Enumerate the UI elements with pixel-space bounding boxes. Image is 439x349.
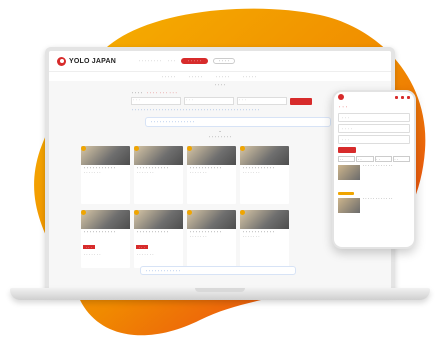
job-card[interactable]: ・・・・・・・・・・・ ・・・・・・・: [240, 210, 289, 268]
job-card[interactable]: ・・・・・・・・・・・ ・・・ ・・・・・・・: [134, 210, 183, 268]
phone-tab[interactable]: ・・: [356, 156, 374, 162]
job-card[interactable]: ・・・・・・・・・・・ ・・・ ・・・・・・・: [81, 210, 130, 268]
phone-tabs: ・・ ・・ ・・ ・・: [334, 156, 414, 162]
badge-icon: [134, 210, 139, 215]
badge-icon: [240, 146, 245, 151]
job-card-grid: ・・・・・・・・・・・ ・・・・・・・ ・・・・・・・・・・・ ・・・・・・・ ・・・・…: [81, 146, 289, 268]
job-card[interactable]: ・・・・・・・・・・・ ・・・・・・・: [187, 210, 236, 268]
search-button[interactable]: [290, 97, 312, 105]
phone-field[interactable]: ・・・: [338, 113, 410, 122]
job-photo: [81, 210, 130, 229]
header-links: ・・・・・・・・ ・・・ ・・・・・ ・・・・: [138, 58, 236, 64]
job-meta: ・・・・・・・: [242, 235, 261, 239]
job-photo: [338, 165, 360, 180]
job-photo: [81, 146, 130, 165]
nav-item[interactable]: ・・・・・: [242, 75, 257, 79]
job-meta: ・・・・・・・: [136, 253, 155, 257]
category-input[interactable]: ・・・: [237, 97, 287, 105]
job-card[interactable]: ・・・・・・・・・・・ ・・・・・・・: [134, 146, 183, 204]
phone-tag: [338, 192, 354, 195]
phone-search-button[interactable]: [338, 147, 356, 153]
job-meta: ・・・・・・・: [189, 171, 208, 175]
logo-text[interactable]: YOLO JAPAN: [69, 58, 116, 65]
header-link[interactable]: ・・・: [167, 59, 176, 63]
search-label: ・・・・: [131, 91, 144, 95]
job-meta: ・・・・・・・: [189, 235, 208, 239]
laptop-notch: [195, 288, 245, 292]
phone-job-card[interactable]: ・・・・・・・・・・・・: [338, 198, 410, 222]
badge-icon: [240, 210, 245, 215]
badge-icon: [134, 146, 139, 151]
logo-icon[interactable]: [57, 56, 66, 66]
job-photo: [187, 146, 236, 165]
banner-bottom[interactable]: ・・・・・・・・・・・・: [140, 266, 296, 275]
job-title: ・・・・・・・・・・・: [136, 230, 170, 234]
nav-item[interactable]: ・・・・・: [188, 75, 203, 79]
phone-search-label: ・・・: [338, 105, 349, 109]
job-meta: ・・・・・・・: [83, 171, 102, 175]
job-tag: ・・・: [136, 244, 148, 249]
phone-card-text: ・・・・・・・・・・・・: [362, 198, 394, 201]
tag-line: ・・・・: [213, 83, 226, 87]
location-input[interactable]: ・・・: [184, 97, 234, 105]
phone-tab[interactable]: ・・: [374, 156, 392, 162]
job-meta: ・・・・・・・: [83, 253, 102, 257]
register-button[interactable]: ・・・・・: [181, 58, 209, 64]
menu-icon[interactable]: [395, 95, 410, 99]
job-photo: [240, 146, 289, 165]
phone-field[interactable]: ・・・: [338, 135, 410, 144]
header-link[interactable]: ・・・・・・・・: [138, 59, 162, 63]
main-nav: ・・・・・ ・・・・・ ・・・・・ ・・・・・: [49, 72, 391, 81]
phone-tab[interactable]: ・・: [338, 156, 356, 162]
site-header: YOLO JAPAN ・・・・・・・・ ・・・ ・・・・・ ・・・・: [49, 51, 391, 72]
keyword-input[interactable]: ・・・: [131, 97, 181, 105]
phone-header: [334, 92, 414, 102]
phone-field[interactable]: ・・・・: [338, 124, 410, 133]
job-tag: ・・・: [83, 244, 95, 249]
phone-mockup: ・・・ ・・・ ・・・・ ・・・ ・・ ・・ ・・ ・・ ・・・・・・・・・・・…: [332, 90, 416, 249]
job-photo: [134, 146, 183, 165]
badge-icon: [187, 146, 192, 151]
job-meta: ・・・・・・・: [242, 171, 261, 175]
search-link[interactable]: ・・・・ ・・・ ・・・: [146, 91, 178, 95]
job-card[interactable]: ・・・・・・・・・・・ ・・・・・・・: [187, 146, 236, 204]
login-button[interactable]: ・・・・: [213, 58, 236, 64]
phone-tab[interactable]: ・・: [392, 156, 410, 162]
logo-icon[interactable]: [338, 94, 344, 100]
banner-top[interactable]: ・・・・・・・・・・・・・・・: [145, 117, 331, 127]
phone-card-text: ・・・・・・・・・・・・: [362, 165, 394, 168]
job-photo: [187, 210, 236, 229]
nav-item[interactable]: ・・・・・: [215, 75, 230, 79]
job-photo: [240, 210, 289, 229]
job-card[interactable]: ・・・・・・・・・・・ ・・・・・・・: [240, 146, 289, 204]
badge-icon: [81, 146, 86, 151]
badge-icon: [187, 210, 192, 215]
nav-item[interactable]: ・・・・・: [161, 75, 176, 79]
job-photo: [134, 210, 183, 229]
job-meta: ・・・・・・・: [136, 171, 155, 175]
job-card[interactable]: ・・・・・・・・・・・ ・・・・・・・: [81, 146, 130, 204]
job-photo: [338, 198, 360, 213]
phone-job-card[interactable]: ・・・・・・・・・・・・: [338, 165, 410, 189]
job-title: ・・・・・・・・・・・: [83, 230, 117, 234]
badge-icon: [81, 210, 86, 215]
